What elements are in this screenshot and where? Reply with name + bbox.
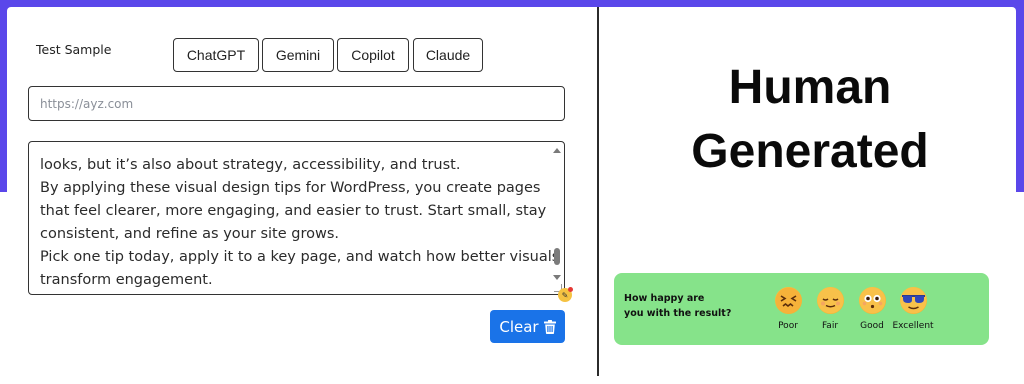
text-line: consistent, and refine as your site grow… bbox=[40, 226, 339, 242]
gemini-button[interactable]: Gemini bbox=[262, 38, 334, 72]
text-line: Pick one tip today, apply it to a key pa… bbox=[40, 249, 560, 265]
feedback-question-line: How happy are bbox=[624, 293, 705, 304]
claude-button[interactable]: Claude bbox=[413, 38, 483, 72]
result-line-2: Generated bbox=[691, 125, 929, 178]
feedback-question-line: you with the result? bbox=[624, 308, 732, 319]
chatgpt-button[interactable]: ChatGPT bbox=[173, 38, 259, 72]
confounded-face-icon bbox=[774, 287, 802, 314]
trash-icon bbox=[543, 319, 556, 334]
test-sample-label: Test Sample bbox=[36, 42, 112, 57]
result-heading: Human Generated bbox=[620, 56, 1000, 184]
rating-excellent[interactable]: Excellent bbox=[888, 287, 938, 331]
text-line: looks, but it’s also about strategy, acc… bbox=[40, 157, 461, 173]
copilot-button[interactable]: Copilot bbox=[337, 38, 409, 72]
url-input[interactable] bbox=[28, 86, 565, 121]
rating-label: Fair bbox=[821, 321, 839, 331]
feedback-question: How happy are you with the result? bbox=[624, 291, 754, 321]
result-line-1: Human bbox=[728, 61, 892, 114]
clear-button[interactable]: Clear bbox=[490, 310, 565, 343]
text-scrollbar[interactable] bbox=[552, 145, 562, 282]
feedback-panel: How happy are you with the result? Poor bbox=[614, 273, 989, 345]
panel-divider bbox=[597, 7, 599, 376]
rating-label: Excellent bbox=[892, 321, 934, 331]
scroll-thumb[interactable] bbox=[554, 248, 560, 265]
pencil-icon[interactable]: ✎ bbox=[558, 287, 573, 302]
clear-button-label: Clear bbox=[499, 317, 539, 336]
scroll-down-icon[interactable] bbox=[553, 275, 561, 280]
relieved-face-icon bbox=[816, 287, 844, 314]
sample-text-area[interactable]: looks, but it’s also about strategy, acc… bbox=[28, 141, 565, 295]
rating-label: Good bbox=[860, 321, 884, 331]
rating-label: Poor bbox=[778, 321, 798, 331]
scroll-up-icon[interactable] bbox=[553, 148, 561, 153]
text-line: that feel clearer, more engaging, and ea… bbox=[40, 203, 547, 219]
sample-text-content: looks, but it’s also about strategy, acc… bbox=[40, 142, 560, 292]
text-line: transform engagement. bbox=[40, 272, 213, 288]
sunglasses-face-icon bbox=[899, 287, 927, 314]
text-line: By applying these visual design tips for… bbox=[40, 180, 541, 196]
flushed-face-icon bbox=[858, 287, 886, 314]
